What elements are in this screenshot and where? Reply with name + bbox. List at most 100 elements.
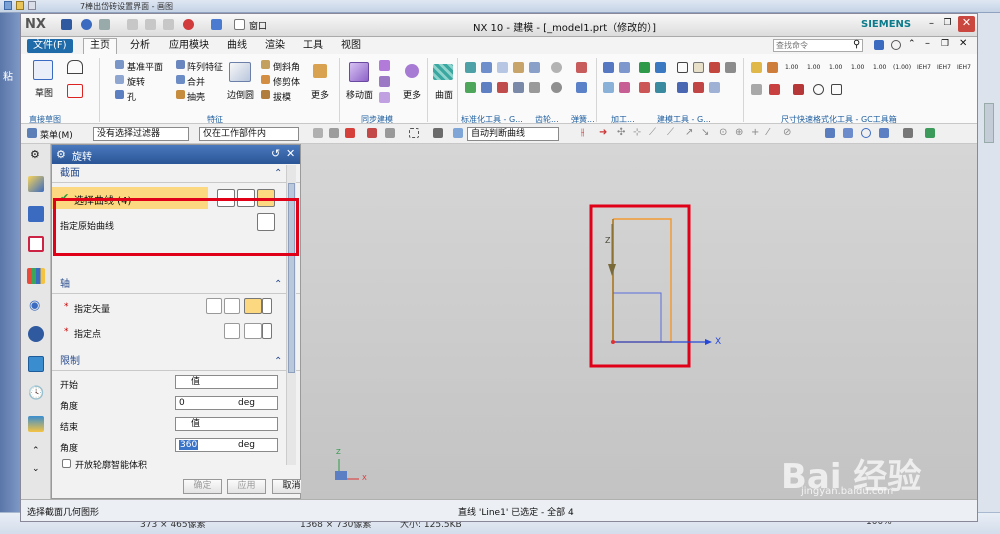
table-tool-icon[interactable]: [693, 62, 704, 73]
rect-select-icon[interactable]: [409, 128, 419, 138]
vector-dialog-icon[interactable]: [224, 298, 240, 314]
dialog-gear-icon[interactable]: ⚙: [56, 148, 66, 161]
more-sync-label[interactable]: 更多: [403, 88, 421, 101]
gear-icon[interactable]: [551, 62, 562, 73]
rotate-icon[interactable]: [861, 128, 871, 138]
outer-scrollbar-thumb[interactable]: [984, 103, 994, 143]
tab-analysis[interactable]: 分析: [124, 39, 156, 53]
delete-face-icon[interactable]: [379, 92, 390, 103]
sketch-profile[interactable]: [612, 218, 672, 343]
dim-format-icon-2[interactable]: [767, 62, 778, 73]
dim-label-3[interactable]: 1.00: [829, 64, 842, 71]
web-browser-icon[interactable]: ◉: [29, 298, 40, 313]
process-studio-icon[interactable]: [28, 356, 44, 372]
chevron-up-icon[interactable]: ⌃: [908, 39, 916, 49]
trim-body-icon[interactable]: [261, 75, 270, 84]
redo-icon[interactable]: [28, 1, 36, 10]
curve-rule-icon[interactable]: [453, 128, 463, 138]
std-tool-icon-7[interactable]: [481, 82, 492, 93]
unite-icon[interactable]: [176, 75, 185, 84]
std-tool-icon-8[interactable]: [497, 82, 508, 93]
arc-snap-icon[interactable]: ↘: [701, 127, 709, 138]
window-menu[interactable]: 窗口: [249, 19, 267, 32]
doc-minimize-icon[interactable]: –: [925, 38, 930, 49]
point-inferred-icon[interactable]: [244, 323, 262, 339]
tab-curve[interactable]: 曲线: [221, 39, 253, 53]
system-materials-icon[interactable]: [28, 416, 44, 432]
machining-icon-2[interactable]: [619, 62, 630, 73]
pattern-feature-icon[interactable]: [176, 60, 185, 69]
section-collapse-icon[interactable]: ⌃: [274, 165, 282, 183]
dim-label-1[interactable]: 1.00: [785, 64, 798, 71]
std-tool-icon-2[interactable]: [481, 62, 492, 73]
point-snap-icon[interactable]: +: [751, 127, 759, 138]
machining-icon-4[interactable]: [619, 82, 630, 93]
part-navigator-icon[interactable]: [28, 236, 44, 252]
minimize-icon[interactable]: –: [925, 18, 938, 31]
std-tool-icon-6[interactable]: [465, 82, 476, 93]
paste-icon[interactable]: [163, 19, 174, 30]
menu-button[interactable]: 菜单(M): [40, 128, 73, 141]
search-icon[interactable]: ⚲: [853, 39, 860, 50]
dim-format-icon-4[interactable]: [769, 84, 780, 95]
start-type-dropdown[interactable]: 值: [175, 375, 278, 389]
undo-icon[interactable]: [16, 1, 24, 10]
modeling-tool-icon-1[interactable]: [639, 62, 650, 73]
tab-application[interactable]: 应用模块: [163, 39, 215, 53]
graphics-viewport[interactable]: X Z X Z Bai 经验 jingyan.baidu.com: [301, 144, 977, 499]
chevron-up-icon-2[interactable]: ⌃: [32, 446, 40, 456]
tangent-snap-icon[interactable]: ⁄: [767, 127, 769, 138]
red-tool-icon[interactable]: [693, 82, 704, 93]
modeling-tool-icon-2[interactable]: [655, 62, 666, 73]
cube-select-icon[interactable]: [433, 128, 443, 138]
offset-region-icon[interactable]: [379, 76, 390, 87]
vector-dropdown-icon[interactable]: [262, 298, 272, 314]
surface-icon[interactable]: [433, 64, 453, 80]
render-style-icon[interactable]: [903, 128, 913, 138]
close-icon[interactable]: ✕: [958, 16, 975, 32]
section-header[interactable]: 截面 ⌃: [52, 165, 300, 183]
profile-icon[interactable]: [67, 60, 83, 74]
spring-icon-2[interactable]: [576, 82, 587, 93]
selection-scope-dropdown[interactable]: 仅在工作部件内: [199, 127, 299, 141]
end-angle-input[interactable]: 360 deg: [175, 438, 278, 452]
move-face-label[interactable]: 移动面: [346, 88, 373, 101]
snap-icon-4[interactable]: [367, 128, 377, 138]
spring-icon[interactable]: [576, 62, 587, 73]
pull-face-icon[interactable]: [379, 60, 390, 71]
revolve-label[interactable]: 旋转: [127, 75, 145, 88]
chamfer-icon[interactable]: [261, 60, 270, 69]
draft-label[interactable]: 拔模: [273, 90, 291, 103]
snap-icon-5[interactable]: [385, 128, 395, 138]
info-icon[interactable]: [28, 326, 44, 342]
snap-icon-7[interactable]: ⊹: [633, 127, 641, 138]
end-angle-unit[interactable]: deg: [238, 439, 255, 451]
tab-home[interactable]: 主页: [83, 38, 117, 54]
machining-icon-1[interactable]: [603, 62, 614, 73]
revolve-icon[interactable]: [115, 75, 124, 84]
center-snap-icon[interactable]: ⊙: [719, 127, 727, 138]
dim-format-icon-1[interactable]: [751, 62, 762, 73]
hole-label[interactable]: 孔: [127, 90, 136, 103]
axis-collapse-icon[interactable]: ⌃: [274, 276, 282, 294]
snap-icon-6[interactable]: ✣: [617, 127, 625, 138]
paint-quick-icon[interactable]: [4, 1, 12, 10]
start-angle-unit[interactable]: deg: [238, 397, 255, 409]
menu-icon[interactable]: [27, 128, 37, 138]
tab-file[interactable]: 文件(F): [27, 39, 73, 53]
dim-label-2[interactable]: 1.00: [807, 64, 820, 71]
touch-mode-icon[interactable]: [183, 19, 194, 30]
doc-tool-icon[interactable]: [725, 62, 736, 73]
dim-label-4[interactable]: 1.00: [851, 64, 864, 71]
dim-label-8[interactable]: IEH7: [937, 64, 951, 71]
chamfer-label[interactable]: 倒斜角: [273, 60, 300, 73]
restore-icon[interactable]: ❐: [941, 18, 954, 31]
settings-icon[interactable]: ⚙: [30, 148, 40, 161]
move-face-icon[interactable]: [349, 62, 369, 82]
cut-icon[interactable]: [127, 19, 138, 30]
std-tool-icon-1[interactable]: [465, 62, 476, 73]
copy-icon[interactable]: [145, 19, 156, 30]
history-icon[interactable]: 🕓: [28, 386, 44, 401]
point-dropdown-icon[interactable]: [262, 323, 272, 339]
sheet-tool-icon[interactable]: [709, 82, 720, 93]
